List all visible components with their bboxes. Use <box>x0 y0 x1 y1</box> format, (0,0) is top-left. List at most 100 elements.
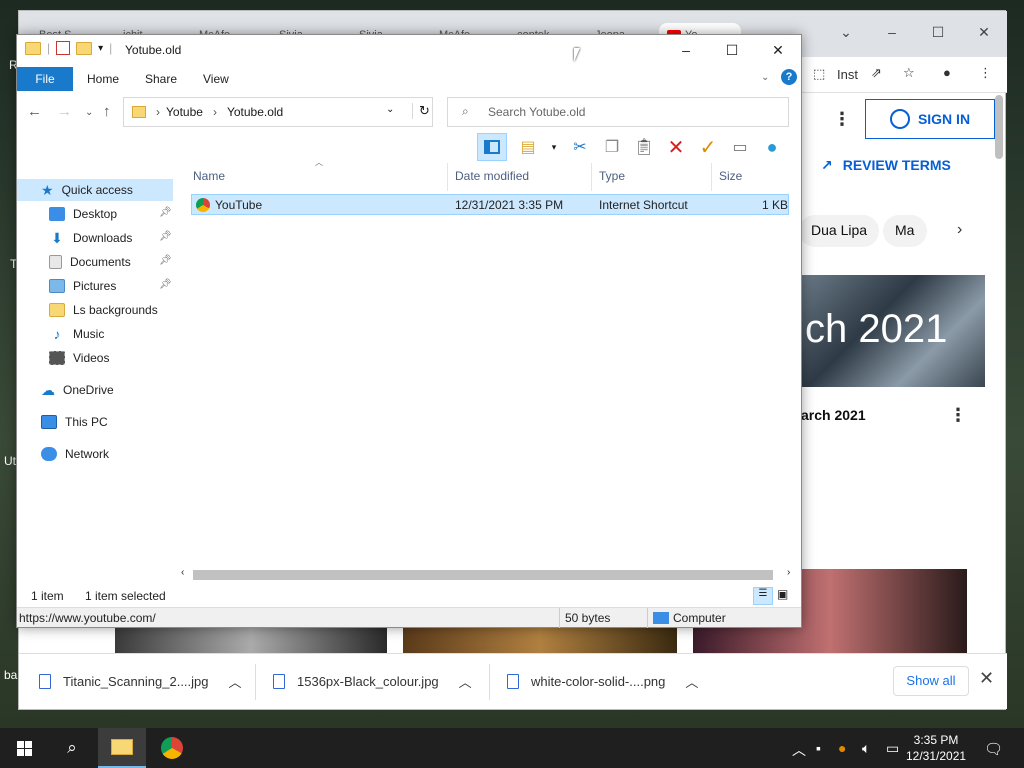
start-button[interactable] <box>0 728 48 768</box>
table-row[interactable]: YouTube 12/31/2021 3:35 PM Internet Shor… <box>191 194 789 215</box>
video-thumbnail[interactable]: ch 2021 <box>801 275 985 387</box>
download-item[interactable]: 1536px-Black_colour.jpg ︿ <box>273 672 472 691</box>
properties-icon[interactable] <box>56 41 71 55</box>
filter-chip[interactable]: Ma <box>883 215 927 247</box>
new-folder-icon[interactable] <box>76 41 93 55</box>
back-icon[interactable]: ← <box>27 103 42 120</box>
search-button[interactable]: ⌕ <box>48 728 96 768</box>
expand-ribbon-icon[interactable]: ⌄ <box>761 72 769 83</box>
close-button[interactable]: ✕ <box>755 35 801 65</box>
column-header-size[interactable]: Size <box>719 169 742 183</box>
extension-icon[interactable]: ⬚ <box>813 66 825 82</box>
sidebar-item-quick-access[interactable]: ★ Quick access <box>17 179 173 201</box>
sidebar-item-pictures[interactable]: Pictures <box>49 275 116 297</box>
sidebar-item-videos[interactable]: Videos <box>49 347 109 369</box>
copy-icon[interactable]: ❐ <box>601 136 623 158</box>
rename-icon[interactable]: ▭ <box>729 136 751 158</box>
cut-icon[interactable]: ✂ <box>569 136 591 158</box>
dropdown-icon[interactable]: ▾ <box>549 136 559 158</box>
more-options-icon[interactable]: ⋮ <box>833 109 851 130</box>
scrollbar-thumb[interactable] <box>193 570 773 580</box>
volume-icon[interactable]: 🔈︎ <box>862 740 870 757</box>
sidebar-item-downloads[interactable]: ⬇ Downloads <box>49 227 132 249</box>
bookmark-label[interactable]: Inst <box>837 67 858 82</box>
delete-icon[interactable]: ✕ <box>665 136 687 159</box>
address-dropdown-icon[interactable]: ⌄ <box>386 104 394 115</box>
horizontal-scrollbar[interactable]: ‹ › <box>179 567 797 581</box>
video-menu-icon[interactable]: ⋮ <box>949 405 967 426</box>
star-icon[interactable]: ☆ <box>903 65 915 81</box>
chevron-right-icon[interactable]: › <box>957 221 962 239</box>
column-header-name[interactable]: Name <box>193 169 225 183</box>
explorer-titlebar[interactable]: | ▾ | Yotube.old – ☐ ✕ <box>17 35 801 65</box>
tab-home[interactable]: Home <box>87 72 119 86</box>
defender-icon[interactable]: ▪ <box>816 740 821 756</box>
filter-chip[interactable]: Dua Lipa <box>799 215 880 247</box>
globe-icon[interactable]: ● <box>761 136 783 158</box>
sidebar-item-music[interactable]: ♪ Music <box>49 323 105 345</box>
security-icon[interactable]: ● <box>838 740 846 756</box>
forward-icon[interactable]: → <box>57 103 72 120</box>
download-item[interactable]: Titanic_Scanning_2....jpg ︿ <box>39 672 242 691</box>
large-icons-view-icon[interactable]: ▣ <box>777 587 788 601</box>
notifications-icon[interactable]: 🗨︎ <box>984 740 1003 758</box>
close-icon[interactable]: ✕ <box>979 668 994 689</box>
column-divider[interactable] <box>591 163 592 191</box>
breadcrumb-item[interactable]: Yotube <box>166 105 203 119</box>
up-icon[interactable]: ↑ <box>103 103 111 120</box>
navigation-pane: ★ Quick access Desktop 📌︎ ⬇ Downloads 📌︎… <box>17 171 175 585</box>
column-header-type[interactable]: Type <box>599 169 625 183</box>
review-terms-link[interactable]: ↗ REVIEW TERMS <box>821 157 951 174</box>
image-file-icon <box>507 674 519 689</box>
profile-icon[interactable]: ● <box>943 65 951 80</box>
tab-share[interactable]: Share <box>145 72 177 86</box>
preview-pane-icon[interactable] <box>477 133 507 161</box>
chrome-maximize-button[interactable]: ☐ <box>915 17 961 47</box>
recent-locations-icon[interactable]: ⌄ <box>85 107 93 118</box>
taskbar-file-explorer[interactable] <box>98 728 146 768</box>
minimize-button[interactable]: – <box>663 35 709 65</box>
help-icon[interactable]: ? <box>781 69 797 85</box>
download-item[interactable]: white-color-solid-....png ︿ <box>507 672 698 691</box>
chrome-minimize-button[interactable]: – <box>869 17 915 47</box>
taskbar-chrome[interactable] <box>148 728 196 768</box>
network-icon[interactable]: ▭ <box>886 740 899 757</box>
tab-view[interactable]: View <box>203 72 229 86</box>
sidebar-item-documents[interactable]: Documents <box>49 251 131 273</box>
chevron-up-icon[interactable]: ︿ <box>229 672 242 691</box>
sidebar-item-onedrive[interactable]: ☁ OneDrive <box>41 379 114 401</box>
sidebar-item-ls-backgrounds[interactable]: Ls backgrounds <box>49 299 158 321</box>
column-divider[interactable] <box>447 163 448 191</box>
share-icon[interactable]: ⇗ <box>871 65 882 81</box>
sidebar-item-desktop[interactable]: Desktop <box>49 203 117 225</box>
search-input[interactable]: ⌕ Search Yotube.old <box>447 97 789 127</box>
column-divider[interactable] <box>711 163 712 191</box>
chrome-close-button[interactable]: ✕ <box>961 17 1007 47</box>
show-hidden-icons-icon[interactable]: ︿ <box>792 740 806 760</box>
checkmark-icon[interactable]: ✓ <box>697 136 719 159</box>
customize-qat-icon[interactable]: ▾ <box>98 43 103 54</box>
sidebar-item-network[interactable]: Network <box>41 443 109 465</box>
column-header-date[interactable]: Date modified <box>455 169 529 183</box>
chevron-up-icon[interactable]: ︿ <box>685 672 698 691</box>
address-bar[interactable]: › Yotube › Yotube.old ⌄ ↻ <box>123 97 433 127</box>
properties-icon[interactable]: ▤ <box>517 136 539 158</box>
refresh-icon[interactable]: ↻ <box>412 103 430 119</box>
paste-icon[interactable]: 📋︎ <box>633 136 655 158</box>
tab-file[interactable]: File <box>17 67 73 91</box>
chrome-tab-search-icon[interactable]: ⌄ <box>823 17 869 47</box>
breadcrumb-item[interactable]: Yotube.old <box>227 105 283 119</box>
page-scrollbar[interactable] <box>995 95 1003 159</box>
system-clock[interactable]: 3:35 PM 12/31/2021 <box>906 732 966 764</box>
scroll-left-icon[interactable]: ‹ <box>181 567 184 578</box>
details-view-icon[interactable]: ☰ <box>753 587 773 605</box>
sidebar-item-this-pc[interactable]: This PC <box>41 411 108 433</box>
chevron-up-icon[interactable]: ︿ <box>459 672 472 691</box>
show-all-button[interactable]: Show all <box>893 666 969 696</box>
chrome-menu-icon[interactable]: ⋮ <box>979 65 992 81</box>
maximize-button[interactable]: ☐ <box>709 35 755 65</box>
sign-in-button[interactable]: SIGN IN <box>865 99 995 139</box>
video-title[interactable]: arch 2021 <box>801 407 866 423</box>
command-toolbar: ▤ ▾ ✂ ❐ 📋︎ ✕ ✓ ▭ ● <box>477 133 783 161</box>
scroll-right-icon[interactable]: › <box>787 567 790 578</box>
